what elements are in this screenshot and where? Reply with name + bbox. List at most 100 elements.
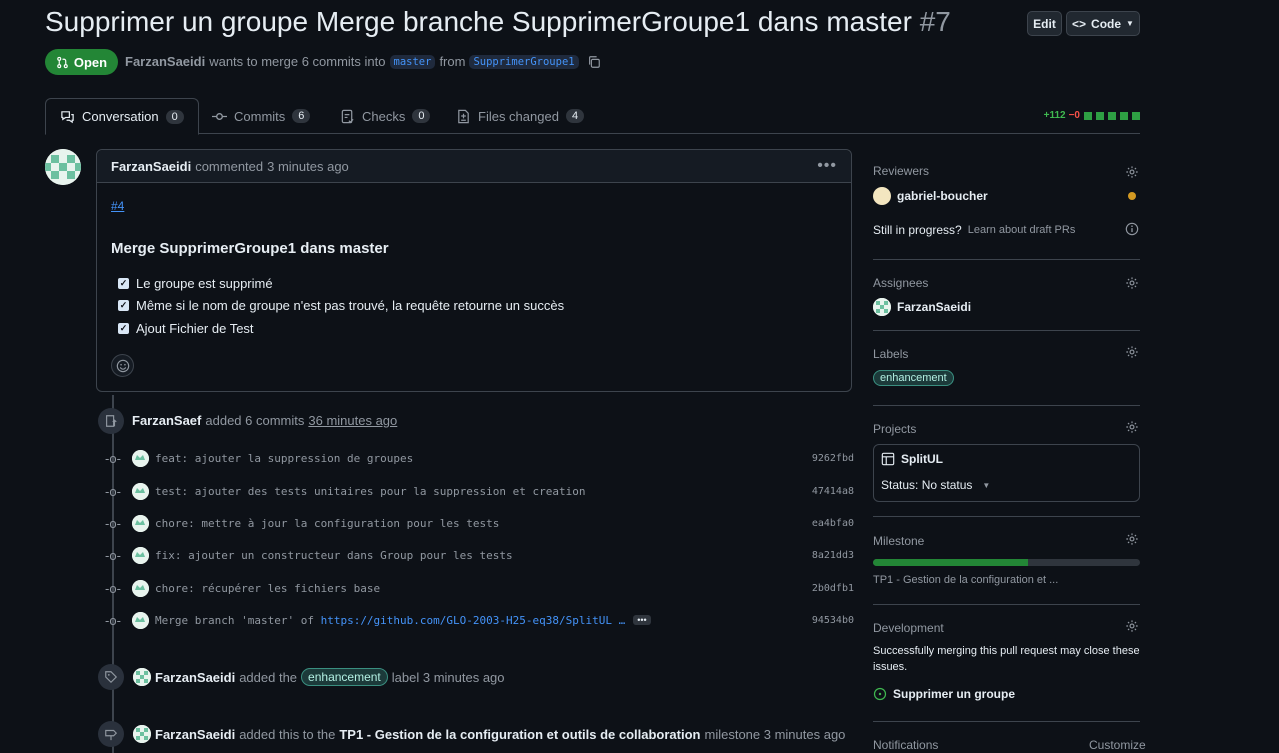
- labels-heading: Labels: [873, 347, 909, 361]
- reviewer-item[interactable]: gabriel-boucher: [873, 187, 988, 205]
- event-author[interactable]: FarzanSaef: [132, 413, 201, 428]
- kebab-horizontal-icon[interactable]: •••: [817, 157, 837, 175]
- milestone-event: FarzanSaeidi added this to the TP1 - Ges…: [133, 725, 845, 743]
- divider: [873, 259, 1140, 260]
- identicon-icon: [45, 149, 81, 185]
- commit-row: -o- fix: ajouter un constructeur dans Gr…: [104, 545, 854, 565]
- commit-sha[interactable]: 2b0dfb1: [812, 583, 854, 594]
- milestone-progress-fill: [873, 559, 1028, 566]
- tab-label: Files changed: [478, 108, 559, 124]
- diffstat-block: [1084, 111, 1092, 120]
- comment-header: FarzanSaeidi commented 3 minutes ago •••: [97, 150, 851, 183]
- avatar[interactable]: [133, 725, 151, 743]
- issue-link[interactable]: #4: [111, 199, 124, 213]
- avatar[interactable]: [132, 579, 149, 597]
- tab-checks[interactable]: Checks 0: [326, 98, 444, 134]
- comment-author[interactable]: FarzanSaeidi: [111, 159, 191, 174]
- add-reaction-button[interactable]: [111, 354, 134, 377]
- linked-issue[interactable]: Supprimer un groupe: [873, 687, 1015, 701]
- commit-sha[interactable]: 94534b0: [812, 615, 854, 626]
- gear-icon[interactable]: [1125, 420, 1139, 434]
- author-link[interactable]: FarzanSaeidi: [125, 54, 205, 69]
- event-author[interactable]: FarzanSaeidi: [155, 727, 235, 742]
- diffstat-removed: −0: [1068, 110, 1080, 121]
- projects-heading: Projects: [873, 422, 917, 436]
- status-badge: Open: [45, 49, 118, 75]
- pr-title-text: Supprimer un groupe Merge branche Suppri…: [45, 6, 912, 37]
- commit-message[interactable]: Merge branch 'master' of https://github.…: [155, 614, 625, 627]
- commit-message[interactable]: test: ajouter des tests unitaires pour l…: [155, 485, 585, 498]
- milestone-link[interactable]: TP1 - Gestion de la configuration et out…: [339, 727, 700, 742]
- avatar[interactable]: [132, 514, 149, 532]
- label-event: FarzanSaeidi added the enhancement label…: [133, 668, 505, 686]
- gear-icon[interactable]: [1125, 532, 1139, 546]
- commit-message[interactable]: chore: mettre à jour la configuration po…: [155, 517, 499, 530]
- gear-icon[interactable]: [1125, 619, 1139, 633]
- project-item[interactable]: SplitUL: [881, 452, 943, 466]
- git-commit-icon: -o-: [105, 580, 121, 596]
- checkbox-checked[interactable]: ✓: [118, 278, 129, 289]
- commit-row: -o- chore: récupérer les fichiers base 2…: [104, 578, 854, 598]
- code-button[interactable]: <> Code ▼: [1066, 11, 1140, 36]
- head-branch[interactable]: SupprimerGroupe1: [469, 54, 579, 69]
- tab-counter: 6: [292, 109, 311, 123]
- event-author[interactable]: FarzanSaeidi: [155, 670, 235, 685]
- pr-meta: FarzanSaeidi wants to merge 6 commits in…: [125, 54, 601, 69]
- checkbox-checked[interactable]: ✓: [118, 323, 129, 334]
- comment-action: commented: [195, 158, 264, 174]
- code-icon: <>: [1072, 16, 1087, 31]
- milestone-title[interactable]: TP1 - Gestion de la configuration et ...: [873, 574, 1058, 586]
- diffstat-block: [1120, 111, 1128, 120]
- commit-sha[interactable]: 9262fbd: [812, 453, 854, 464]
- gear-icon[interactable]: [1125, 165, 1139, 179]
- customize-link[interactable]: Customize: [1089, 738, 1146, 752]
- comment-time[interactable]: 3 minutes ago: [267, 159, 349, 174]
- avatar[interactable]: [133, 668, 151, 686]
- copy-icon[interactable]: [587, 55, 601, 69]
- tab-files-changed[interactable]: Files changed 4: [442, 98, 598, 134]
- gear-icon[interactable]: [1125, 345, 1139, 359]
- tab-conversation[interactable]: Conversation 0: [45, 98, 199, 135]
- notifications-heading: Notifications: [873, 738, 939, 752]
- event-text: milestone 3 minutes ago: [704, 726, 846, 742]
- diffstat: +112 −0: [1044, 110, 1140, 121]
- commit-message[interactable]: fix: ajouter un constructeur dans Group …: [155, 549, 513, 562]
- task-item: ✓ Même si le nom de groupe n'est pas tro…: [118, 298, 564, 313]
- avatar[interactable]: [132, 449, 149, 467]
- checkbox-checked[interactable]: ✓: [118, 300, 129, 311]
- divider: [873, 721, 1140, 722]
- divider: [873, 330, 1140, 331]
- commit-sha[interactable]: 8a21dd3: [812, 550, 854, 561]
- tab-counter: 4: [565, 109, 585, 123]
- tab-commits[interactable]: Commits 6: [198, 98, 324, 134]
- git-commit-icon: -o-: [105, 612, 121, 628]
- base-branch[interactable]: master: [389, 54, 436, 69]
- expand-message-button[interactable]: •••: [633, 615, 651, 625]
- file-diff-icon: [458, 109, 469, 123]
- project-status-label: Status: No status: [881, 478, 973, 492]
- label-enhancement[interactable]: enhancement: [301, 668, 388, 686]
- task-label: Ajout Fichier de Test: [136, 321, 254, 336]
- draft-link[interactable]: Learn about draft PRs: [968, 224, 1076, 236]
- label-list: enhancement: [873, 369, 954, 386]
- project-status[interactable]: Status: No status ▼: [881, 478, 990, 492]
- event-time[interactable]: 36 minutes ago: [308, 413, 397, 428]
- info-icon[interactable]: [1125, 222, 1139, 236]
- avatar[interactable]: [45, 149, 81, 185]
- commit-sha[interactable]: 47414a8: [812, 486, 854, 497]
- commit-message[interactable]: feat: ajouter la suppression de groupes: [155, 452, 413, 465]
- avatar[interactable]: [132, 611, 149, 629]
- comment-heading: Merge SupprimerGroupe1 dans master: [111, 240, 389, 257]
- assignee-item[interactable]: FarzanSaeidi: [873, 298, 971, 316]
- avatar[interactable]: [132, 482, 149, 500]
- commit-message[interactable]: chore: récupérer les fichiers base: [155, 582, 380, 595]
- commit-message-link[interactable]: https://github.com/GLO-2003-H25-eq38/Spl…: [321, 614, 626, 627]
- repo-push-icon: [98, 408, 124, 434]
- milestone-icon: [98, 721, 124, 747]
- avatar[interactable]: [132, 546, 149, 564]
- label-enhancement[interactable]: enhancement: [873, 370, 954, 386]
- milestone-progress-bar: [873, 559, 1140, 566]
- edit-button[interactable]: Edit: [1027, 11, 1062, 36]
- commit-sha[interactable]: ea4bfa0: [812, 518, 854, 529]
- gear-icon[interactable]: [1125, 276, 1139, 290]
